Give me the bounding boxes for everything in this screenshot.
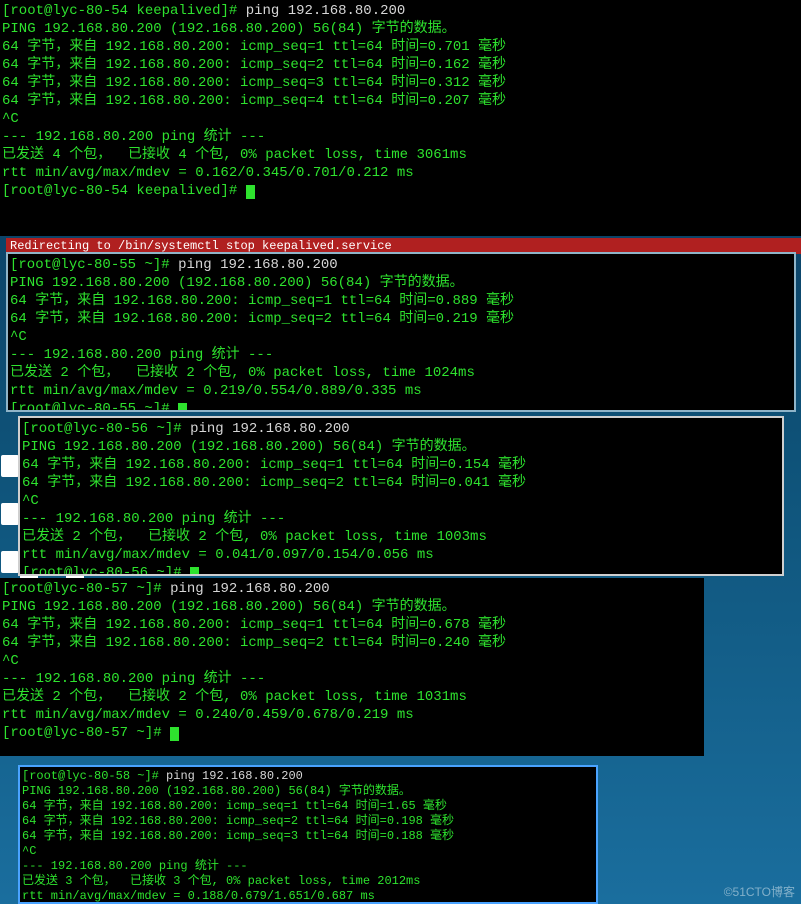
ping-reply: 64 字节，来自 192.168.80.200: icmp_seq=4 ttl=… (2, 93, 506, 109)
ping-rtt: rtt min/avg/max/mdev = 0.219/0.554/0.889… (10, 383, 422, 399)
watermark: ©51CTO博客 (724, 883, 795, 900)
prompt-line: [root@lyc-80-54 keepalived]# ping 192.16… (2, 3, 405, 19)
prompt-line: [root@lyc-80-56 ~]# ping 192.168.80.200 (22, 421, 350, 437)
ctrl-c: ^C (2, 111, 19, 127)
ping-reply: 64 字节，来自 192.168.80.200: icmp_seq=1 ttl=… (10, 293, 514, 309)
ping-stats-line: 已发送 4 个包， 已接收 4 个包, 0% packet loss, time… (2, 147, 467, 163)
prompt-idle: [root@lyc-80-54 keepalived]# (2, 183, 255, 199)
cursor-icon (246, 185, 255, 199)
ctrl-c: ^C (2, 653, 19, 669)
ping-command: ping 192.168.80.200 (246, 3, 406, 19)
prompt-idle: [root@lyc-80-55 ~]# (10, 401, 187, 412)
ping-reply: 64 字节，来自 192.168.80.200: icmp_seq=1 ttl=… (2, 617, 506, 633)
ping-header: PING 192.168.80.200 (192.168.80.200) 56(… (22, 439, 476, 455)
prompt-line: [root@lyc-80-55 ~]# ping 192.168.80.200 (10, 257, 338, 273)
ctrl-c: ^C (22, 844, 36, 858)
ping-header: PING 192.168.80.200 (192.168.80.200) 56(… (10, 275, 464, 291)
terminal-lyc-80-58[interactable]: [root@lyc-80-58 ~]# ping 192.168.80.200 … (18, 765, 598, 904)
ping-rtt: rtt min/avg/max/mdev = 0.162/0.345/0.701… (2, 165, 414, 181)
ping-reply: 64 字节，来自 192.168.80.200: icmp_seq=2 ttl=… (22, 475, 526, 491)
ping-reply: 64 字节，来自 192.168.80.200: icmp_seq=3 ttl=… (2, 75, 506, 91)
ping-reply: 64 字节，来自 192.168.80.200: icmp_seq=1 ttl=… (22, 799, 447, 813)
ping-stats-header: --- 192.168.80.200 ping 统计 --- (22, 511, 285, 527)
prompt-idle: [root@lyc-80-56 ~]# (22, 565, 199, 576)
ping-reply: 64 字节，来自 192.168.80.200: icmp_seq=2 ttl=… (10, 311, 514, 327)
desktop-file-icon[interactable] (1, 551, 19, 573)
terminal-lyc-80-57[interactable]: [root@lyc-80-57 ~]# ping 192.168.80.200 … (0, 578, 704, 756)
ping-stats-line: 已发送 3 个包， 已接收 3 个包, 0% packet loss, time… (22, 874, 420, 888)
desktop-file-icon[interactable] (1, 455, 19, 477)
cursor-icon (178, 403, 187, 412)
ping-stats-header: --- 192.168.80.200 ping 统计 --- (10, 347, 273, 363)
ping-command: ping 192.168.80.200 (170, 581, 330, 597)
ping-stats-line: 已发送 2 个包， 已接收 2 个包, 0% packet loss, time… (10, 365, 475, 381)
ping-rtt: rtt min/avg/max/mdev = 0.041/0.097/0.154… (22, 547, 434, 563)
ping-stats-header: --- 192.168.80.200 ping 统计 --- (2, 129, 265, 145)
ping-reply: 64 字节，来自 192.168.80.200: icmp_seq=2 ttl=… (2, 57, 506, 73)
desktop-file-icon[interactable] (1, 503, 19, 525)
ctrl-c: ^C (22, 493, 39, 509)
ping-reply: 64 字节，来自 192.168.80.200: icmp_seq=1 ttl=… (22, 457, 526, 473)
terminal-lyc-80-56[interactable]: [root@lyc-80-56 ~]# ping 192.168.80.200 … (18, 416, 784, 576)
terminal-lyc-80-55[interactable]: [root@lyc-80-55 ~]# ping 192.168.80.200 … (6, 252, 796, 412)
ping-reply: 64 字节，来自 192.168.80.200: icmp_seq=2 ttl=… (22, 814, 454, 828)
ping-command: ping 192.168.80.200 (166, 769, 303, 783)
ping-reply: 64 字节，来自 192.168.80.200: icmp_seq=3 ttl=… (22, 829, 454, 843)
terminal-lyc-80-54[interactable]: [root@lyc-80-54 keepalived]# ping 192.16… (0, 0, 801, 236)
ping-command: ping 192.168.80.200 (178, 257, 338, 273)
ping-header: PING 192.168.80.200 (192.168.80.200) 56(… (2, 599, 456, 615)
ping-command: ping 192.168.80.200 (190, 421, 350, 437)
prompt-line: [root@lyc-80-57 ~]# ping 192.168.80.200 (2, 581, 330, 597)
cursor-icon (170, 727, 179, 741)
ping-rtt: rtt min/avg/max/mdev = 0.240/0.459/0.678… (2, 707, 414, 723)
ctrl-c: ^C (10, 329, 27, 345)
cursor-icon (190, 567, 199, 576)
ping-rtt: rtt min/avg/max/mdev = 0.188/0.679/1.651… (22, 889, 375, 903)
ping-stats-line: 已发送 2 个包， 已接收 2 个包, 0% packet loss, time… (2, 689, 467, 705)
ping-header: PING 192.168.80.200 (192.168.80.200) 56(… (2, 21, 456, 37)
prompt-line: [root@lyc-80-58 ~]# ping 192.168.80.200 (22, 769, 303, 783)
ping-stats-header: --- 192.168.80.200 ping 统计 --- (2, 671, 265, 687)
desktop-icons (0, 455, 20, 573)
ping-stats-line: 已发送 2 个包， 已接收 2 个包, 0% packet loss, time… (22, 529, 487, 545)
ping-reply: 64 字节，来自 192.168.80.200: icmp_seq=1 ttl=… (2, 39, 506, 55)
ping-header: PING 192.168.80.200 (192.168.80.200) 56(… (22, 784, 411, 798)
prompt-idle: [root@lyc-80-57 ~]# (2, 725, 179, 741)
ping-reply: 64 字节，来自 192.168.80.200: icmp_seq=2 ttl=… (2, 635, 506, 651)
ping-stats-header: --- 192.168.80.200 ping 统计 --- (22, 859, 248, 873)
